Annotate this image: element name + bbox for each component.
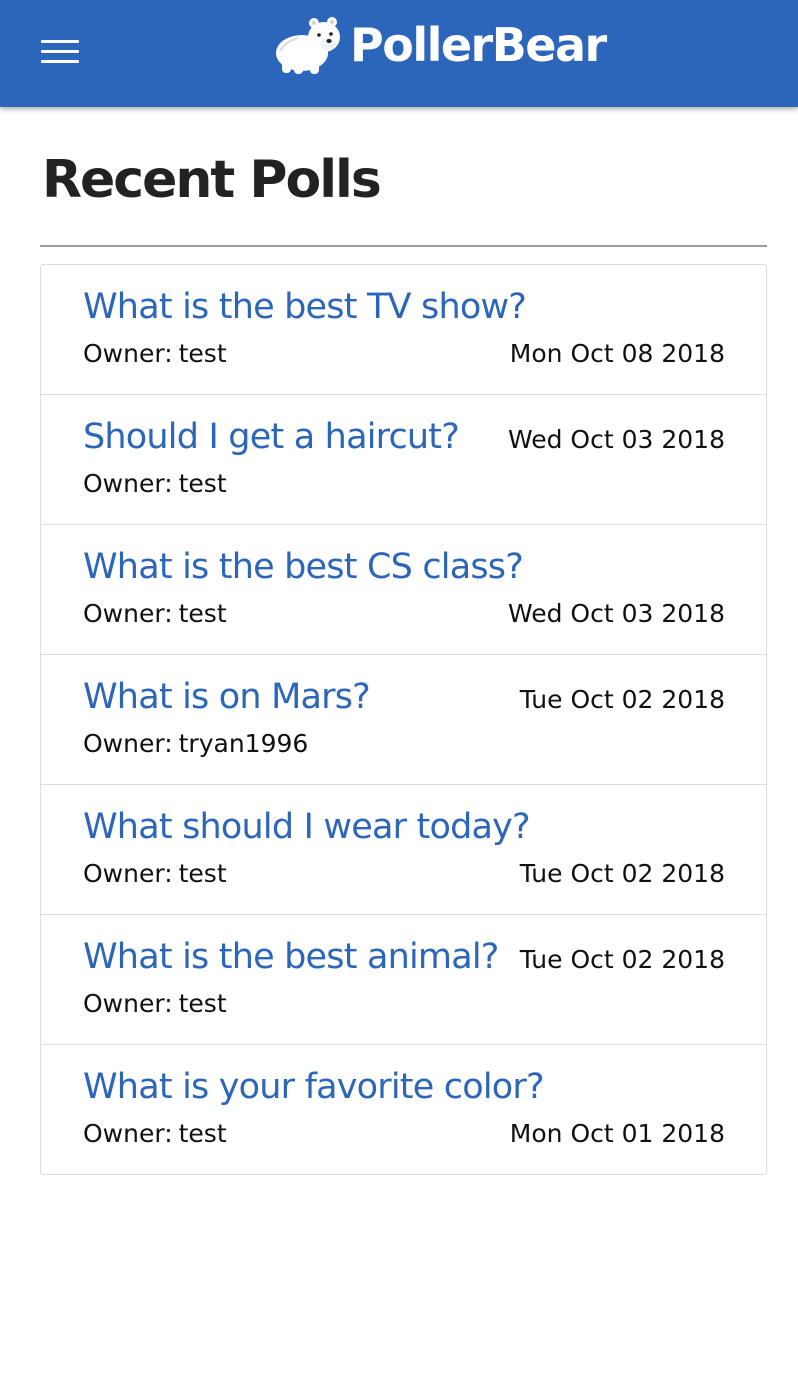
page-title: Recent Polls — [42, 150, 382, 210]
poll-owner: Owner: test — [83, 989, 227, 1018]
owner-name: test — [178, 339, 227, 368]
menu-bar — [41, 40, 79, 43]
menu-bar — [41, 50, 79, 53]
owner-label: Owner: — [83, 599, 173, 628]
owner-label: Owner: — [83, 1119, 173, 1148]
poll-date: Tue Oct 02 2018 — [519, 859, 725, 888]
poll-question-link[interactable]: What is the best CS class? — [83, 547, 524, 587]
poll-owner: Owner: test — [83, 469, 227, 498]
poll-list-item[interactable]: What is the best animal? Owner: test Tue … — [41, 915, 766, 1045]
poll-list-item[interactable]: What is your favorite color? Owner: test … — [41, 1045, 766, 1174]
poll-owner: Owner: test — [83, 599, 227, 628]
poll-question-link[interactable]: What should I wear today? — [83, 807, 531, 847]
poll-list-item[interactable]: What is the best CS class? Owner: test We… — [41, 525, 766, 655]
brand-link[interactable]: PollerBear — [272, 8, 607, 78]
owner-label: Owner: — [83, 989, 173, 1018]
poll-question-link[interactable]: What is the best TV show? — [83, 287, 527, 327]
owner-label: Owner: — [83, 859, 173, 888]
brand-name: PollerBear — [350, 18, 607, 72]
poll-date: Tue Oct 02 2018 — [519, 945, 725, 974]
owner-name: test — [178, 989, 227, 1018]
menu-bar — [41, 60, 79, 63]
poll-owner: Owner: tryan1996 — [83, 729, 308, 758]
hamburger-menu-icon[interactable] — [41, 40, 79, 64]
poll-owner: Owner: test — [83, 339, 227, 368]
poll-date: Mon Oct 08 2018 — [509, 339, 725, 368]
top-navbar: PollerBear — [0, 0, 798, 107]
poll-date: Wed Oct 03 2018 — [507, 599, 725, 628]
poll-list: What is the best TV show? Owner: test Mon… — [40, 264, 767, 1175]
owner-name: test — [178, 859, 227, 888]
poll-question-link[interactable]: What is your favorite color? — [83, 1067, 545, 1107]
poll-list-item[interactable]: Should I get a haircut? Owner: test Wed O… — [41, 395, 766, 525]
poll-list-item[interactable]: What should I wear today? Owner: test Tue… — [41, 785, 766, 915]
owner-label: Owner: — [83, 729, 173, 758]
owner-name: tryan1996 — [178, 729, 309, 758]
poll-owner: Owner: test — [83, 1119, 227, 1148]
polar-bear-icon — [276, 17, 340, 74]
owner-name: test — [178, 599, 227, 628]
poll-date: Tue Oct 02 2018 — [519, 685, 725, 714]
poll-list-item[interactable]: What is on Mars? Owner: tryan1996 Tue Oct… — [41, 655, 766, 785]
poll-date: Mon Oct 01 2018 — [509, 1119, 725, 1148]
owner-name: test — [178, 469, 227, 498]
poll-question-link[interactable]: Should I get a haircut? — [83, 417, 460, 457]
poll-list-item[interactable]: What is the best TV show? Owner: test Mon… — [41, 265, 766, 395]
owner-label: Owner: — [83, 339, 173, 368]
owner-name: test — [178, 1119, 227, 1148]
poll-question-link[interactable]: What is the best animal? — [83, 937, 499, 977]
poll-question-link[interactable]: What is on Mars? — [83, 677, 371, 717]
poll-owner: Owner: test — [83, 859, 227, 888]
title-divider — [40, 245, 767, 247]
poll-date: Wed Oct 03 2018 — [507, 425, 725, 454]
owner-label: Owner: — [83, 469, 173, 498]
